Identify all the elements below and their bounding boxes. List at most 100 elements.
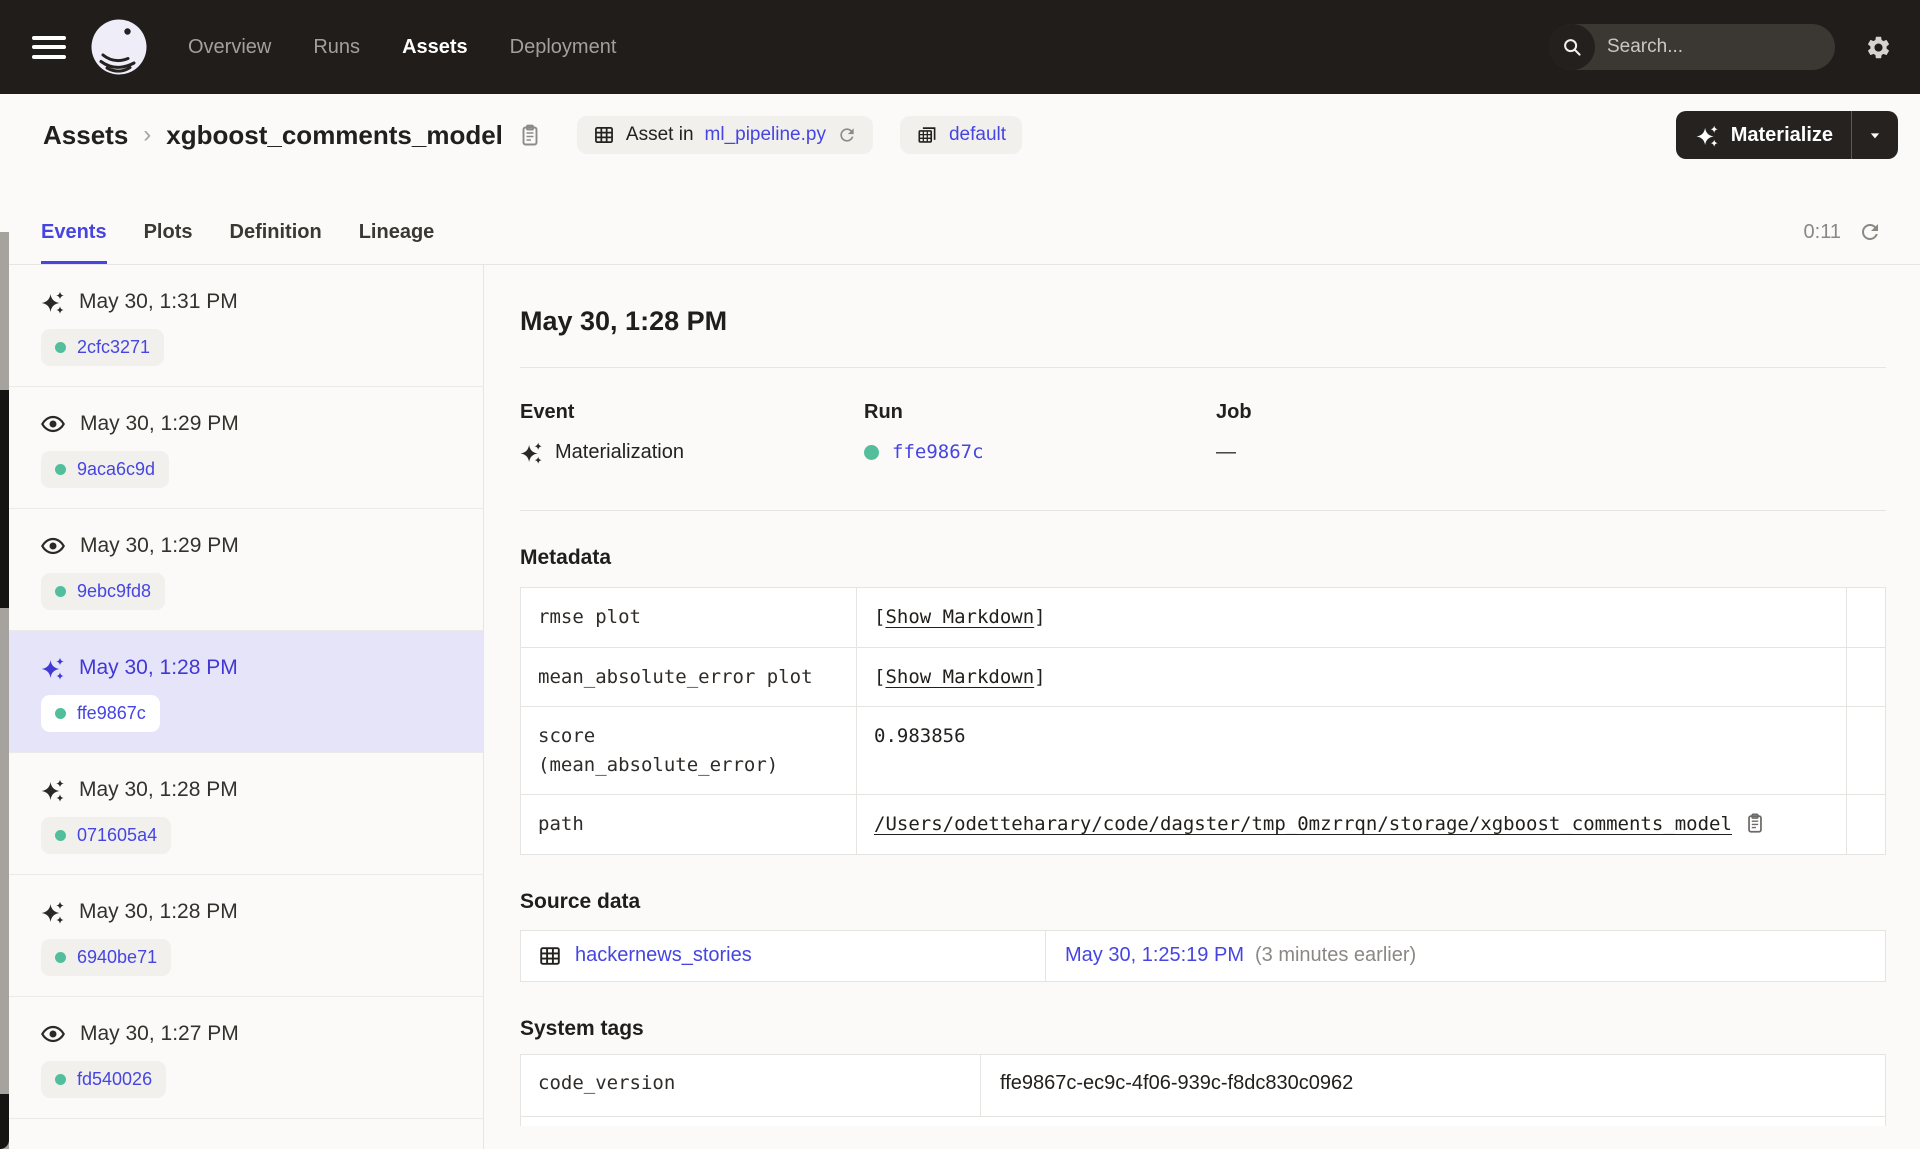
nav-link-deployment[interactable]: Deployment xyxy=(510,36,617,59)
repo-badge[interactable]: default xyxy=(899,116,1023,154)
left-scrollbar-thumb[interactable] xyxy=(0,390,9,608)
bracket: ] xyxy=(1034,606,1046,628)
system-tag-value: ffe9867c-ec9c-4f06-939c-f8dc830c0962 xyxy=(1000,1071,1354,1094)
asset-tabs: Events Plots Definition Lineage 0:11 xyxy=(0,176,1920,265)
bracket: [ xyxy=(874,665,886,688)
event-list-item[interactable]: May 30, 1:28 PM 6940be71 xyxy=(0,875,483,997)
bracket: ] xyxy=(1034,665,1046,688)
event-type-value: Materialization xyxy=(555,441,684,463)
show-markdown-link[interactable]: Show Markdown xyxy=(885,666,1034,688)
run-id-badge[interactable]: 2cfc3271 xyxy=(41,329,165,366)
run-id-link[interactable]: fd540026 xyxy=(77,1069,152,1090)
breadcrumb-assets-link[interactable]: Assets xyxy=(43,120,128,151)
event-list-item[interactable]: May 30, 1:31 PM 2cfc3271 xyxy=(0,265,483,387)
repo-icon xyxy=(916,124,938,146)
path-link[interactable]: /Users/odetteharary/code/dagster/tmp_0mz… xyxy=(874,810,1732,839)
event-list-item[interactable]: May 30, 1:29 PM 9aca6c9d xyxy=(0,387,483,509)
content-area: May 30, 1:31 PM 2cfc3271 May 30, 1:29 PM… xyxy=(0,265,1920,1149)
event-timestamp: May 30, 1:29 PM xyxy=(80,412,239,435)
run-id-badge[interactable]: 9ebc9fd8 xyxy=(41,573,166,610)
page-header: Assets › xgboost_comments_model Asset in… xyxy=(0,94,1920,176)
nav-link-overview[interactable]: Overview xyxy=(188,36,271,59)
run-id-badge[interactable]: fd540026 xyxy=(41,1061,167,1098)
run-id-link[interactable]: 6940be71 xyxy=(77,947,157,968)
source-asset-cell: hackernews_stories xyxy=(521,930,1046,981)
run-id-link[interactable]: 9ebc9fd8 xyxy=(77,581,151,602)
observation-icon xyxy=(41,1022,65,1046)
materialization-icon xyxy=(41,290,64,314)
run-status-dot xyxy=(55,342,66,353)
run-id-badge[interactable]: 6940be71 xyxy=(41,939,172,976)
event-list-sidebar: May 30, 1:31 PM 2cfc3271 May 30, 1:29 PM… xyxy=(0,265,484,1149)
event-timestamp: May 30, 1:28 PM xyxy=(79,656,238,679)
materialization-icon xyxy=(520,441,542,464)
materialization-icon xyxy=(41,778,64,802)
nav-link-runs[interactable]: Runs xyxy=(313,36,360,59)
system-tags-heading: System tags xyxy=(520,1016,644,1040)
hamburger-menu-icon[interactable] xyxy=(32,35,66,59)
score-value: 0.983856 xyxy=(874,725,966,747)
event-summary-row: Event Materialization Run ffe9867c Job — xyxy=(520,401,1886,464)
materialize-button[interactable]: Materialize xyxy=(1676,111,1851,159)
event-list-item[interactable]: May 30, 1:28 PM 071605a4 xyxy=(0,753,483,875)
event-list-item[interactable]: May 30, 1:29 PM 9ebc9fd8 xyxy=(0,509,483,631)
system-tag-key: code_version xyxy=(521,1054,981,1116)
materialization-icon xyxy=(41,656,64,680)
table-row xyxy=(521,1117,1885,1126)
run-id-badge[interactable]: 071605a4 xyxy=(41,817,172,854)
metadata-key: score (mean_absolute_error) xyxy=(521,707,857,794)
repo-name-link[interactable]: default xyxy=(949,124,1006,146)
event-timestamp: May 30, 1:28 PM xyxy=(79,900,238,923)
run-status-dot xyxy=(864,444,879,460)
source-asset-link[interactable]: hackernews_stories xyxy=(575,944,752,967)
left-scrollbar-track[interactable] xyxy=(0,232,9,1149)
source-timestamp-link[interactable]: May 30, 1:25:19 PM xyxy=(1065,944,1244,967)
show-markdown-link[interactable]: Show Markdown xyxy=(885,606,1034,628)
source-data-table: hackernews_stories May 30, 1:25:19 PM (3… xyxy=(520,929,1886,982)
event-list-item-selected[interactable]: May 30, 1:28 PM ffe9867c xyxy=(0,631,483,753)
source-timestamp-cell: May 30, 1:25:19 PM (3 minutes earlier) xyxy=(1046,931,1885,981)
copy-path-icon[interactable] xyxy=(1744,812,1766,834)
refresh-countdown: 0:11 xyxy=(1803,220,1841,243)
copy-asset-name-icon[interactable] xyxy=(518,123,542,147)
run-id-badge[interactable]: ffe9867c xyxy=(41,695,160,732)
gear-icon[interactable] xyxy=(1865,34,1892,61)
search-box[interactable]: / xyxy=(1549,24,1835,70)
tab-lineage[interactable]: Lineage xyxy=(359,200,435,264)
metadata-key: rmse plot xyxy=(521,588,857,647)
event-list-item[interactable]: May 30, 1:27 PM fd540026 xyxy=(0,997,483,1119)
materialize-dropdown-button[interactable] xyxy=(1852,111,1898,159)
nav-link-assets[interactable]: Assets xyxy=(402,36,468,59)
run-id-link[interactable]: 071605a4 xyxy=(77,825,157,846)
divider xyxy=(520,367,1886,368)
run-status-dot xyxy=(55,708,66,719)
source-data-heading: Source data xyxy=(520,889,641,913)
table-row: code_version ffe9867c-ec9c-4f06-939c-f8d… xyxy=(521,1054,1885,1117)
run-id-link[interactable]: 2cfc3271 xyxy=(77,337,150,358)
dagster-logo[interactable] xyxy=(90,18,148,76)
run-id-badge[interactable]: 9aca6c9d xyxy=(41,451,170,488)
tab-plots[interactable]: Plots xyxy=(144,200,193,264)
job-value: — xyxy=(1216,441,1236,463)
event-detail-panel: May 30, 1:28 PM Event Materialization Ru… xyxy=(484,265,1920,1149)
run-status-dot xyxy=(55,830,66,841)
run-id-link[interactable]: ffe9867c xyxy=(892,441,984,463)
run-id-link[interactable]: ffe9867c xyxy=(77,703,146,724)
left-scrollbar-end xyxy=(0,1094,9,1149)
asset-location-file-link[interactable]: ml_pipeline.py xyxy=(705,124,826,146)
table-row: path /Users/odetteharary/code/dagster/tm… xyxy=(521,795,1885,854)
event-timestamp: May 30, 1:28 PM xyxy=(79,778,238,801)
asset-location-prefix: Asset in xyxy=(625,124,694,145)
table-end-cell xyxy=(1847,588,1885,647)
reload-location-icon[interactable] xyxy=(837,125,857,145)
tab-events[interactable]: Events xyxy=(41,200,107,264)
refresh-icon[interactable] xyxy=(1858,200,1882,264)
breadcrumb-separator: › xyxy=(143,121,152,148)
event-detail-title: May 30, 1:28 PM xyxy=(520,306,728,336)
run-id-link[interactable]: 9aca6c9d xyxy=(77,459,155,480)
search-input[interactable] xyxy=(1607,36,1835,58)
table-row: score (mean_absolute_error) 0.983856 xyxy=(521,707,1885,795)
metadata-table: rmse plot [Show Markdown] mean_absolute_… xyxy=(520,587,1886,855)
tab-definition[interactable]: Definition xyxy=(230,200,322,264)
run-status-dot xyxy=(55,952,66,963)
